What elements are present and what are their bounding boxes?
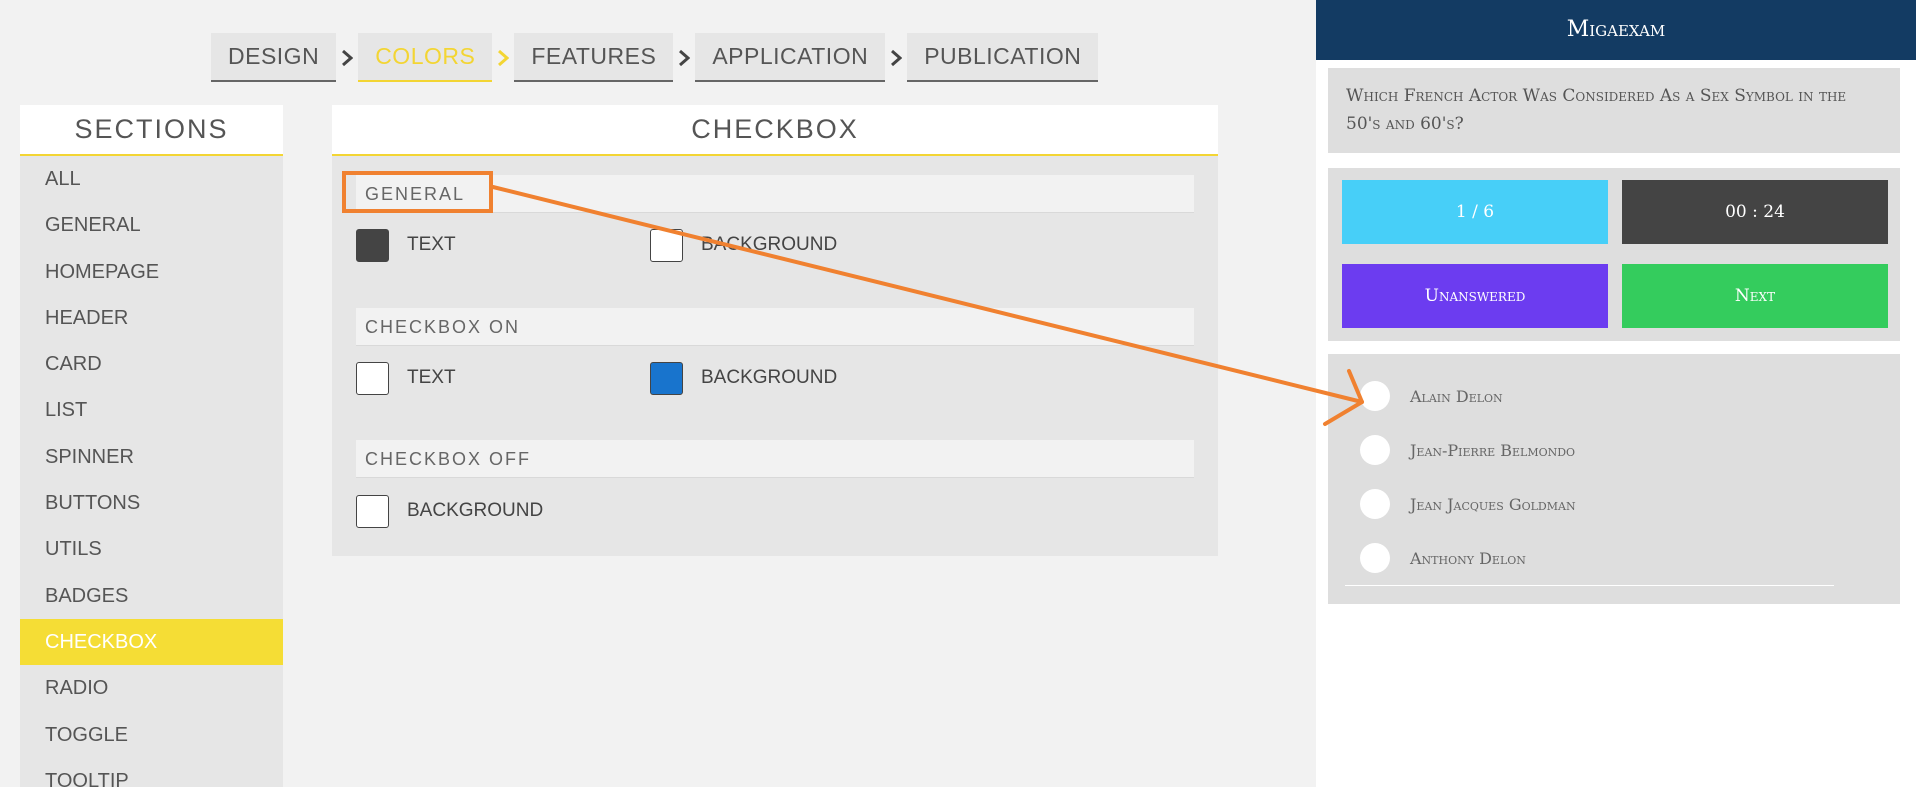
checkbox-on-background-color-option[interactable]: BACKGROUND	[650, 361, 837, 395]
option-label: BACKGROUND	[701, 234, 838, 255]
sidebar-item-checkbox[interactable]: CHECKBOX	[20, 618, 283, 666]
sections-title: SECTIONS	[20, 105, 283, 156]
answer-label: Anthony Delon	[1410, 548, 1526, 568]
sidebar-item-radio[interactable]: RADIO	[20, 665, 283, 711]
general-background-color-option[interactable]: BACKGROUND	[650, 228, 837, 262]
breadcrumb: DESIGN COLORS FEATURES APPLICATION PUBLI…	[211, 33, 1099, 82]
sidebar-item-card[interactable]: CARD	[20, 341, 283, 387]
panel-title: CHECKBOX	[332, 105, 1218, 156]
next-button[interactable]: Next	[1622, 264, 1888, 328]
option-label: TEXT	[407, 367, 456, 388]
sidebar-item-tooltip[interactable]: TOOLTIP	[20, 758, 283, 787]
breadcrumb-step-design[interactable]: DESIGN	[211, 33, 337, 82]
sidebar-item-badges[interactable]: BADGES	[20, 573, 283, 619]
answer-list: Alain Delon Jean-Pierre Belmondo Jean Ja…	[1328, 354, 1900, 604]
sidebar-item-toggle[interactable]: TOGGLE	[20, 712, 283, 758]
answer-label: Jean-Pierre Belmondo	[1410, 440, 1576, 460]
sidebar-item-header[interactable]: HEADER	[20, 295, 283, 341]
breadcrumb-step-features[interactable]: FEATURES	[514, 33, 674, 82]
sidebar-item-homepage[interactable]: HOMEPAGE	[20, 249, 283, 295]
checkbox-off-background-color-option[interactable]: BACKGROUND	[356, 494, 543, 528]
quiz-controls: 1 / 6 00 : 24 Unanswered Next	[1328, 168, 1900, 341]
sidebar-item-list[interactable]: LIST	[20, 387, 283, 433]
sidebar-item-all[interactable]: ALL	[20, 156, 283, 202]
color-swatch[interactable]	[356, 494, 389, 528]
answer-option[interactable]: Jean-Pierre Belmondo	[1360, 435, 1575, 465]
general-text-color-option[interactable]: TEXT	[356, 228, 456, 262]
color-swatch[interactable]	[650, 228, 683, 262]
chevron-right-icon	[492, 33, 514, 82]
group-header-checkbox-off: CHECKBOX OFF	[356, 440, 1194, 478]
color-swatch[interactable]	[650, 361, 683, 395]
progress-indicator: 1 / 6	[1342, 180, 1608, 244]
chevron-right-icon	[885, 33, 907, 82]
sidebar-item-general[interactable]: GENERAL	[20, 202, 283, 248]
sections-sidebar: SECTIONS ALL GENERAL HOMEPAGE HEADER CAR…	[20, 105, 283, 787]
option-label: BACKGROUND	[407, 500, 544, 521]
chevron-right-icon	[336, 33, 358, 82]
breadcrumb-step-colors[interactable]: COLORS	[358, 33, 493, 82]
option-label: BACKGROUND	[701, 367, 838, 388]
radio-button[interactable]	[1360, 543, 1390, 573]
radio-button[interactable]	[1360, 489, 1390, 519]
checkbox-on-text-color-option[interactable]: TEXT	[356, 361, 456, 395]
answer-option[interactable]: Jean Jacques Goldman	[1360, 489, 1576, 519]
answer-option[interactable]: Alain Delon	[1360, 381, 1503, 411]
question-text: Which French Actor Was Considered As a S…	[1328, 68, 1900, 153]
unanswered-button[interactable]: Unanswered	[1342, 264, 1608, 328]
answer-option[interactable]: Anthony Delon	[1360, 543, 1526, 573]
chevron-right-icon	[673, 33, 695, 82]
divider	[1345, 585, 1834, 586]
option-label: TEXT	[407, 234, 456, 255]
sidebar-item-buttons[interactable]: BUTTONS	[20, 480, 283, 526]
radio-button[interactable]	[1360, 435, 1390, 465]
sidebar-item-utils[interactable]: UTILS	[20, 526, 283, 572]
breadcrumb-step-application[interactable]: APPLICATION	[695, 33, 886, 82]
group-header-checkbox-on: CHECKBOX ON	[356, 308, 1194, 346]
sidebar-item-spinner[interactable]: SPINNER	[20, 434, 283, 480]
answer-label: Alain Delon	[1410, 386, 1503, 406]
color-swatch[interactable]	[356, 228, 389, 262]
color-swatch[interactable]	[356, 361, 389, 395]
annotation-highlight-box	[342, 171, 493, 213]
breadcrumb-step-publication[interactable]: PUBLICATION	[907, 33, 1099, 82]
app-title: Migaexam	[1316, 0, 1916, 60]
timer-display: 00 : 24	[1622, 180, 1888, 244]
app-preview: Migaexam Which French Actor Was Consider…	[1316, 0, 1916, 787]
answer-label: Jean Jacques Goldman	[1410, 494, 1576, 514]
radio-button[interactable]	[1360, 381, 1390, 411]
